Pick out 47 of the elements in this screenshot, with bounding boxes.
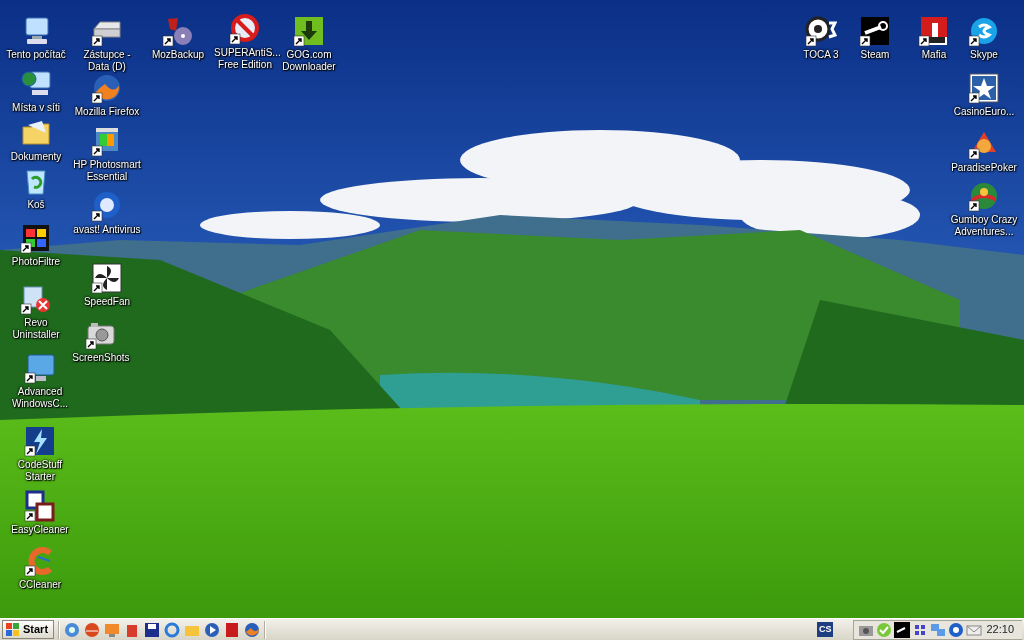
lightning-icon[interactable] bbox=[24, 425, 56, 457]
icon-label[interactable]: Tento počítač bbox=[6, 49, 66, 61]
play-icon[interactable] bbox=[204, 621, 221, 638]
icon-label[interactable]: GOG.com Downloader bbox=[278, 49, 340, 73]
box-cross-icon[interactable] bbox=[20, 283, 52, 315]
icon-label[interactable]: SpeedFan bbox=[83, 296, 131, 308]
icon-label[interactable]: Zástupce - Data (D) bbox=[72, 49, 142, 73]
ball-icon[interactable] bbox=[91, 190, 123, 222]
icon-label[interactable]: Dokumenty bbox=[10, 151, 62, 163]
task-button[interactable]: CS bbox=[816, 622, 834, 637]
striped-ball-icon[interactable] bbox=[968, 180, 1000, 212]
floppy-icon[interactable] bbox=[144, 621, 161, 638]
globe-icon[interactable] bbox=[91, 72, 123, 104]
wheel-icon[interactable] bbox=[805, 15, 837, 47]
fan-icon[interactable] bbox=[91, 262, 123, 294]
download-icon[interactable] bbox=[293, 15, 325, 47]
clock: 22:10 bbox=[985, 622, 1015, 638]
prohibition-icon[interactable] bbox=[229, 13, 261, 45]
icon-label[interactable]: MozBackup bbox=[151, 49, 205, 61]
icon-label[interactable]: avast! Antivirus bbox=[73, 224, 141, 236]
star-card-icon[interactable] bbox=[968, 72, 1000, 104]
icon-label[interactable]: PhotoFiltre bbox=[11, 256, 61, 268]
icon-label[interactable]: Místa v síti bbox=[12, 102, 60, 114]
icon-label[interactable]: Steam bbox=[860, 49, 890, 61]
icon-label[interactable]: Gumboy Crazy Adventures... bbox=[946, 214, 1022, 238]
flag-icon bbox=[6, 622, 20, 637]
icon-label[interactable]: Koš bbox=[27, 199, 45, 211]
lever-icon[interactable] bbox=[859, 15, 891, 47]
monitor-icon[interactable] bbox=[24, 352, 56, 384]
icon-label[interactable]: Advanced WindowsC... bbox=[5, 386, 75, 410]
ball-icon[interactable] bbox=[948, 621, 965, 638]
icon-label[interactable]: ScreenShots bbox=[72, 352, 130, 364]
icon-label[interactable]: TOCA 3 bbox=[803, 49, 839, 61]
icon-label[interactable]: Skype bbox=[970, 49, 998, 61]
squares-icon[interactable] bbox=[24, 490, 56, 522]
globe-icon[interactable] bbox=[244, 621, 261, 638]
icon-label[interactable]: Mozilla Firefox bbox=[74, 106, 140, 118]
circle-icon[interactable] bbox=[84, 621, 101, 638]
icon-label[interactable]: ParadisePoker bbox=[951, 162, 1017, 174]
icon-label[interactable]: CasinoEuro... bbox=[953, 106, 1015, 118]
start-button[interactable]: Start bbox=[2, 620, 55, 639]
disc-icon[interactable] bbox=[162, 15, 194, 47]
film-strip-icon[interactable] bbox=[20, 222, 52, 254]
lever-icon[interactable] bbox=[894, 621, 911, 638]
icon-label[interactable]: Mafia bbox=[921, 49, 947, 61]
icon-label[interactable]: Revo Uninstaller bbox=[1, 317, 71, 341]
icon-label[interactable]: HP Photosmart Essential bbox=[72, 159, 142, 183]
